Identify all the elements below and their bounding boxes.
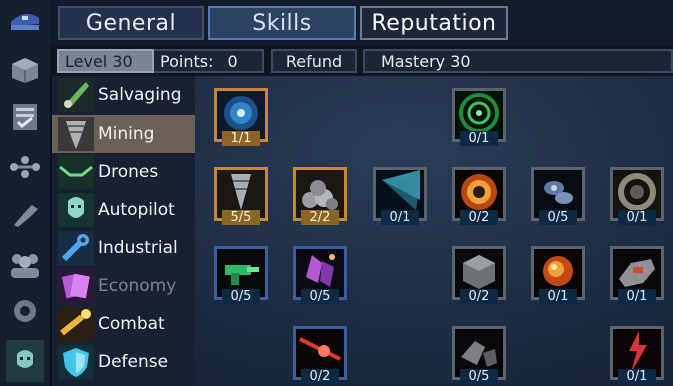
drill-icon <box>56 116 96 152</box>
skills-window: General Skills Reputation Level 30 Point… <box>0 0 673 386</box>
tab-bar: General Skills Reputation <box>50 0 673 46</box>
category-label: Industrial <box>98 238 178 258</box>
category-mining[interactable]: Mining <box>52 115 195 153</box>
crew-icon[interactable] <box>6 248 44 282</box>
skill-count: 0/5 <box>539 210 577 225</box>
skill-info-bar: Level 30 Points: 0 Refund Mastery 30 <box>50 46 673 76</box>
cargo-box-icon[interactable] <box>6 52 44 86</box>
skill-count: 0/1 <box>539 289 577 304</box>
category-label: Drones <box>98 162 159 182</box>
tab-general[interactable]: General <box>58 6 204 40</box>
drones-icon <box>56 154 96 190</box>
category-label: Combat <box>98 314 165 334</box>
skill-count: 0/2 <box>460 289 498 304</box>
points-value: 0 <box>227 51 238 71</box>
category-drones[interactable]: Drones <box>52 153 195 191</box>
left-icon-bar <box>0 0 52 386</box>
skill-slot[interactable]: 0/5 <box>531 167 585 225</box>
skill-slot[interactable]: 0/5 <box>452 326 506 384</box>
skill-slot[interactable]: 0/2 <box>293 326 347 384</box>
skill-count: 0/2 <box>301 369 339 384</box>
skill-slot[interactable]: 0/5 <box>293 246 347 304</box>
skill-slot[interactable]: 5/5 <box>214 167 268 225</box>
skill-count: 0/1 <box>460 131 498 146</box>
skill-count: 2/2 <box>301 210 339 225</box>
skill-count: 0/1 <box>618 289 656 304</box>
skill-tree-icon[interactable] <box>6 150 44 184</box>
points-label: Points: <box>160 51 214 71</box>
skill-slot[interactable]: 0/1 <box>610 326 664 384</box>
category-combat[interactable]: Combat <box>52 305 195 343</box>
captain-hat-icon[interactable] <box>6 4 44 38</box>
skill-slot[interactable]: 0/5 <box>214 246 268 304</box>
shield-icon <box>56 344 96 380</box>
tab-skills[interactable]: Skills <box>208 6 356 40</box>
category-defense[interactable]: Defense <box>52 343 195 381</box>
skill-slot[interactable]: 0/1 <box>452 88 506 146</box>
skill-count: 0/1 <box>381 210 419 225</box>
mastery-display: Mastery 30 <box>363 49 673 73</box>
skill-slot[interactable]: 0/2 <box>452 167 506 225</box>
refund-button[interactable]: Refund <box>271 49 357 73</box>
skill-slot[interactable]: 1/1 <box>214 88 268 146</box>
points-display: Points: 0 <box>154 49 264 73</box>
cards-icon <box>56 268 96 304</box>
category-label: Mining <box>98 124 155 144</box>
player-portrait-icon[interactable] <box>6 340 44 382</box>
skill-count: 0/2 <box>460 210 498 225</box>
skill-slot[interactable]: 0/1 <box>610 167 664 225</box>
skill-slot[interactable]: 0/2 <box>452 246 506 304</box>
level-display: Level 30 <box>57 49 154 73</box>
skill-count: 5/5 <box>222 210 260 225</box>
salvaging-icon <box>56 77 96 113</box>
skill-count: 0/1 <box>618 369 656 384</box>
wrench-icon <box>56 230 96 266</box>
category-salvaging[interactable]: Salvaging <box>52 76 195 114</box>
checklist-icon[interactable] <box>6 100 44 134</box>
category-industrial[interactable]: Industrial <box>52 229 195 267</box>
cannon-icon <box>56 306 96 342</box>
skill-count: 0/5 <box>222 289 260 304</box>
category-economy[interactable]: Economy <box>52 267 195 305</box>
tab-reputation[interactable]: Reputation <box>360 6 508 40</box>
settings-gear-icon[interactable] <box>6 294 44 328</box>
category-list: Salvaging Mining Drones Autopilot Indust… <box>52 76 195 386</box>
category-autopilot[interactable]: Autopilot <box>52 191 195 229</box>
skill-count: 0/5 <box>460 369 498 384</box>
skill-count: 1/1 <box>222 131 260 146</box>
skill-count: 0/5 <box>301 289 339 304</box>
category-label: Autopilot <box>98 200 175 220</box>
skill-slot[interactable]: 2/2 <box>293 167 347 225</box>
skill-slot[interactable]: 0/1 <box>610 246 664 304</box>
skill-slot[interactable]: 0/1 <box>373 167 427 225</box>
category-label: Defense <box>98 352 169 372</box>
tool-icon[interactable] <box>6 197 44 231</box>
pilot-portrait-icon <box>56 192 96 228</box>
category-label: Economy <box>98 276 177 296</box>
skill-count: 0/1 <box>618 210 656 225</box>
skill-slot[interactable]: 0/1 <box>531 246 585 304</box>
category-label: Salvaging <box>98 85 182 105</box>
